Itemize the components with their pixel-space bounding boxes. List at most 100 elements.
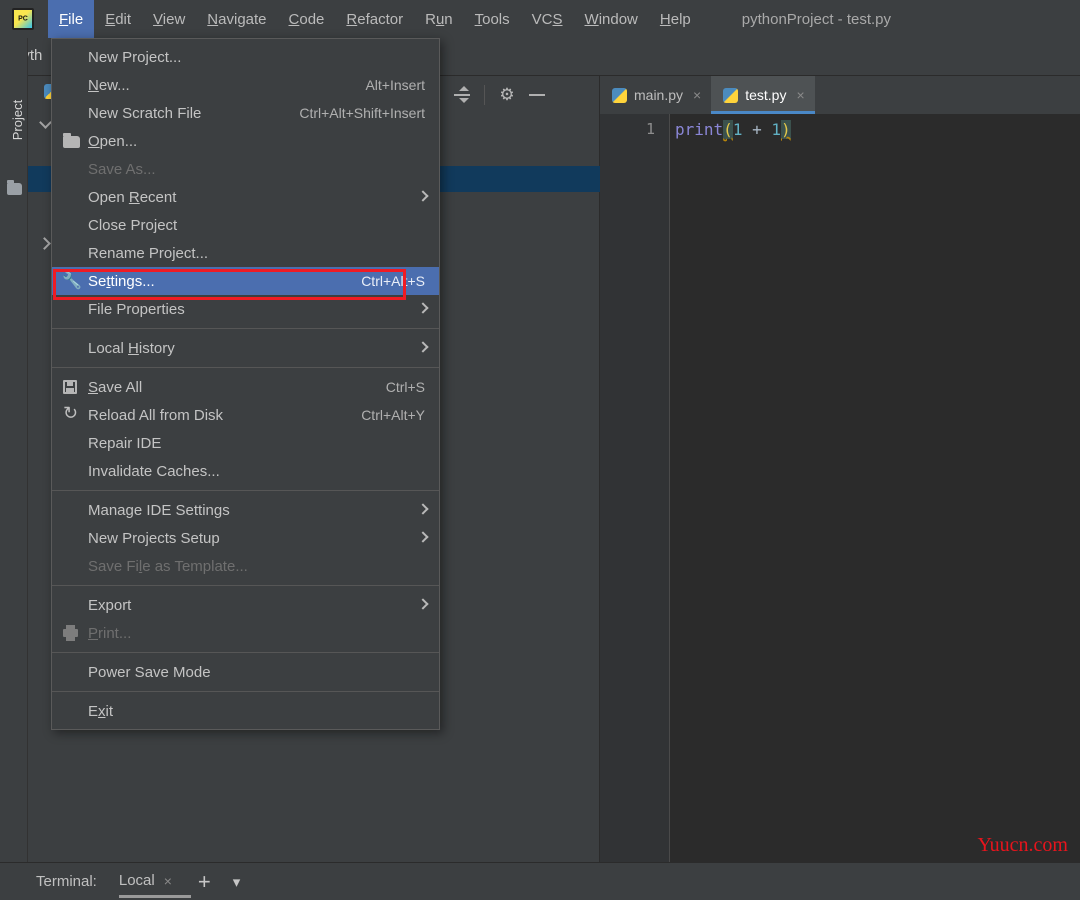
save-icon (63, 380, 77, 394)
python-file-icon (723, 88, 738, 103)
menu-item-repair-ide[interactable]: Repair IDE (52, 429, 439, 457)
editor-tab-test-py[interactable]: test.py × (711, 76, 814, 114)
menu-help[interactable]: Help (649, 0, 702, 38)
editor-area: main.py × test.py × 1 print(1 + 1) (600, 76, 1080, 862)
menu-item-label: New Project... (88, 49, 407, 66)
menu-run-label: Run (425, 11, 453, 28)
menu-separator (52, 328, 439, 329)
menu-tools-label: Tools (475, 11, 510, 28)
window-title: pythonProject - test.py (742, 11, 891, 28)
menu-item-local-history[interactable]: Local History (52, 334, 439, 362)
editor-toolbar: ⚙ (420, 76, 600, 114)
menu-item-shortcut: Ctrl+S (386, 379, 425, 395)
menu-item-export[interactable]: Export (52, 591, 439, 619)
menu-edit[interactable]: Edit (94, 0, 142, 38)
menu-separator (52, 691, 439, 692)
reload-icon (63, 407, 80, 424)
editor-gutter[interactable]: 1 (600, 114, 670, 862)
menu-item-label: Save As... (88, 161, 407, 178)
menu-separator (52, 367, 439, 368)
menu-item-save-all[interactable]: Save All Ctrl+S (52, 373, 439, 401)
menu-item-reload-all-from-disk[interactable]: Reload All from Disk Ctrl+Alt+Y (52, 401, 439, 429)
menu-edit-label: Edit (105, 11, 131, 28)
project-folder-icon (7, 183, 22, 195)
menu-item-settings[interactable]: Settings... Ctrl+Alt+S (52, 267, 439, 295)
menu-item-new-projects-setup[interactable]: New Projects Setup (52, 524, 439, 552)
code-token-arg-left: 1 (733, 120, 743, 139)
python-file-icon (612, 88, 627, 103)
menu-item-open[interactable]: Open... (52, 127, 439, 155)
menu-item-power-save-mode[interactable]: Power Save Mode (52, 658, 439, 686)
folder-icon (63, 136, 80, 148)
watermark: Yuucn.com (977, 834, 1068, 857)
collapse-all-icon[interactable] (450, 83, 474, 107)
menu-item-open-recent[interactable]: Open Recent (52, 183, 439, 211)
pycharm-logo-icon (12, 8, 34, 30)
menu-item-save-file-as-template: Save File as Template... (52, 552, 439, 580)
menu-separator (52, 652, 439, 653)
menu-view[interactable]: View (142, 0, 196, 38)
line-number: 1 (646, 120, 655, 138)
menu-item-label: Reload All from Disk (88, 407, 343, 424)
menu-item-exit[interactable]: Exit (52, 697, 439, 725)
menu-item-label: Manage IDE Settings (88, 502, 425, 519)
menu-item-rename-project[interactable]: Rename Project... (52, 239, 439, 267)
terminal-tab-label: Local (119, 872, 155, 889)
menu-item-label: File Properties (88, 301, 425, 318)
menu-help-label: Help (660, 11, 691, 28)
close-icon[interactable]: × (164, 873, 172, 889)
menu-tools[interactable]: Tools (464, 0, 521, 38)
menu-item-label: New Projects Setup (88, 530, 425, 547)
code-line-1: print(1 + 1) (675, 120, 791, 139)
wrench-icon (63, 273, 80, 290)
add-terminal-icon[interactable]: + (198, 871, 211, 893)
menu-item-new-scratch-file[interactable]: New Scratch File Ctrl+Alt+Shift+Insert (52, 99, 439, 127)
menu-item-label: Settings... (88, 273, 343, 290)
menu-file[interactable]: File (48, 0, 94, 38)
left-tool-strip: Project (0, 38, 28, 862)
terminal-label: Terminal: (36, 873, 97, 890)
code-editor[interactable]: print(1 + 1) (671, 114, 1080, 862)
menu-item-label: Rename Project... (88, 245, 407, 262)
menu-bar: File Edit View Navigate Code Refactor Ru… (0, 0, 1080, 38)
menu-file-label: File (59, 11, 83, 28)
menu-item-shortcut: Alt+Insert (365, 77, 425, 93)
menu-item-print: Print... (52, 619, 439, 647)
close-icon[interactable]: × (796, 87, 804, 103)
editor-tab-label: test.py (745, 87, 786, 103)
terminal-tab-local[interactable]: Local × (119, 872, 172, 891)
chevron-down-icon[interactable]: ▾ (233, 873, 241, 891)
code-token-open-paren: ( (723, 120, 733, 139)
menu-vcs-label: VCS (532, 11, 563, 28)
menu-item-close-project[interactable]: Close Project (52, 211, 439, 239)
menu-navigate[interactable]: Navigate (196, 0, 277, 38)
editor-tab-bar: main.py × test.py × (600, 76, 1080, 114)
menu-item-manage-ide-settings[interactable]: Manage IDE Settings (52, 496, 439, 524)
menu-refactor[interactable]: Refactor (335, 0, 414, 38)
menu-view-label: View (153, 11, 185, 28)
menu-item-label: New Scratch File (88, 105, 281, 122)
file-menu-dropdown: New Project... New... Alt+Insert New Scr… (51, 38, 440, 730)
menu-item-label: Print... (88, 625, 407, 642)
close-icon[interactable]: × (693, 87, 701, 103)
terminal-bar: Terminal: Local × + ▾ (0, 862, 1080, 900)
menu-code[interactable]: Code (278, 0, 336, 38)
menu-item-invalidate-caches[interactable]: Invalidate Caches... (52, 457, 439, 485)
tool-window-project[interactable]: Project (6, 80, 30, 160)
menu-item-file-properties[interactable]: File Properties (52, 295, 439, 323)
minimize-icon[interactable] (525, 83, 549, 107)
menu-item-label: Open... (88, 133, 407, 150)
toolbar-divider (484, 85, 485, 105)
menu-item-new-project[interactable]: New Project... (52, 43, 439, 71)
menu-run[interactable]: Run (414, 0, 464, 38)
menu-window-label: Window (585, 11, 638, 28)
menu-separator (52, 585, 439, 586)
menu-item-label: Open Recent (88, 189, 425, 206)
menu-window[interactable]: Window (574, 0, 649, 38)
printer-icon (63, 629, 78, 637)
editor-tab-main-py[interactable]: main.py × (600, 76, 711, 114)
gear-icon[interactable]: ⚙ (495, 83, 519, 107)
menu-item-new[interactable]: New... Alt+Insert (52, 71, 439, 99)
menu-vcs[interactable]: VCS (521, 0, 574, 38)
code-token-close-paren: ) (781, 120, 791, 139)
